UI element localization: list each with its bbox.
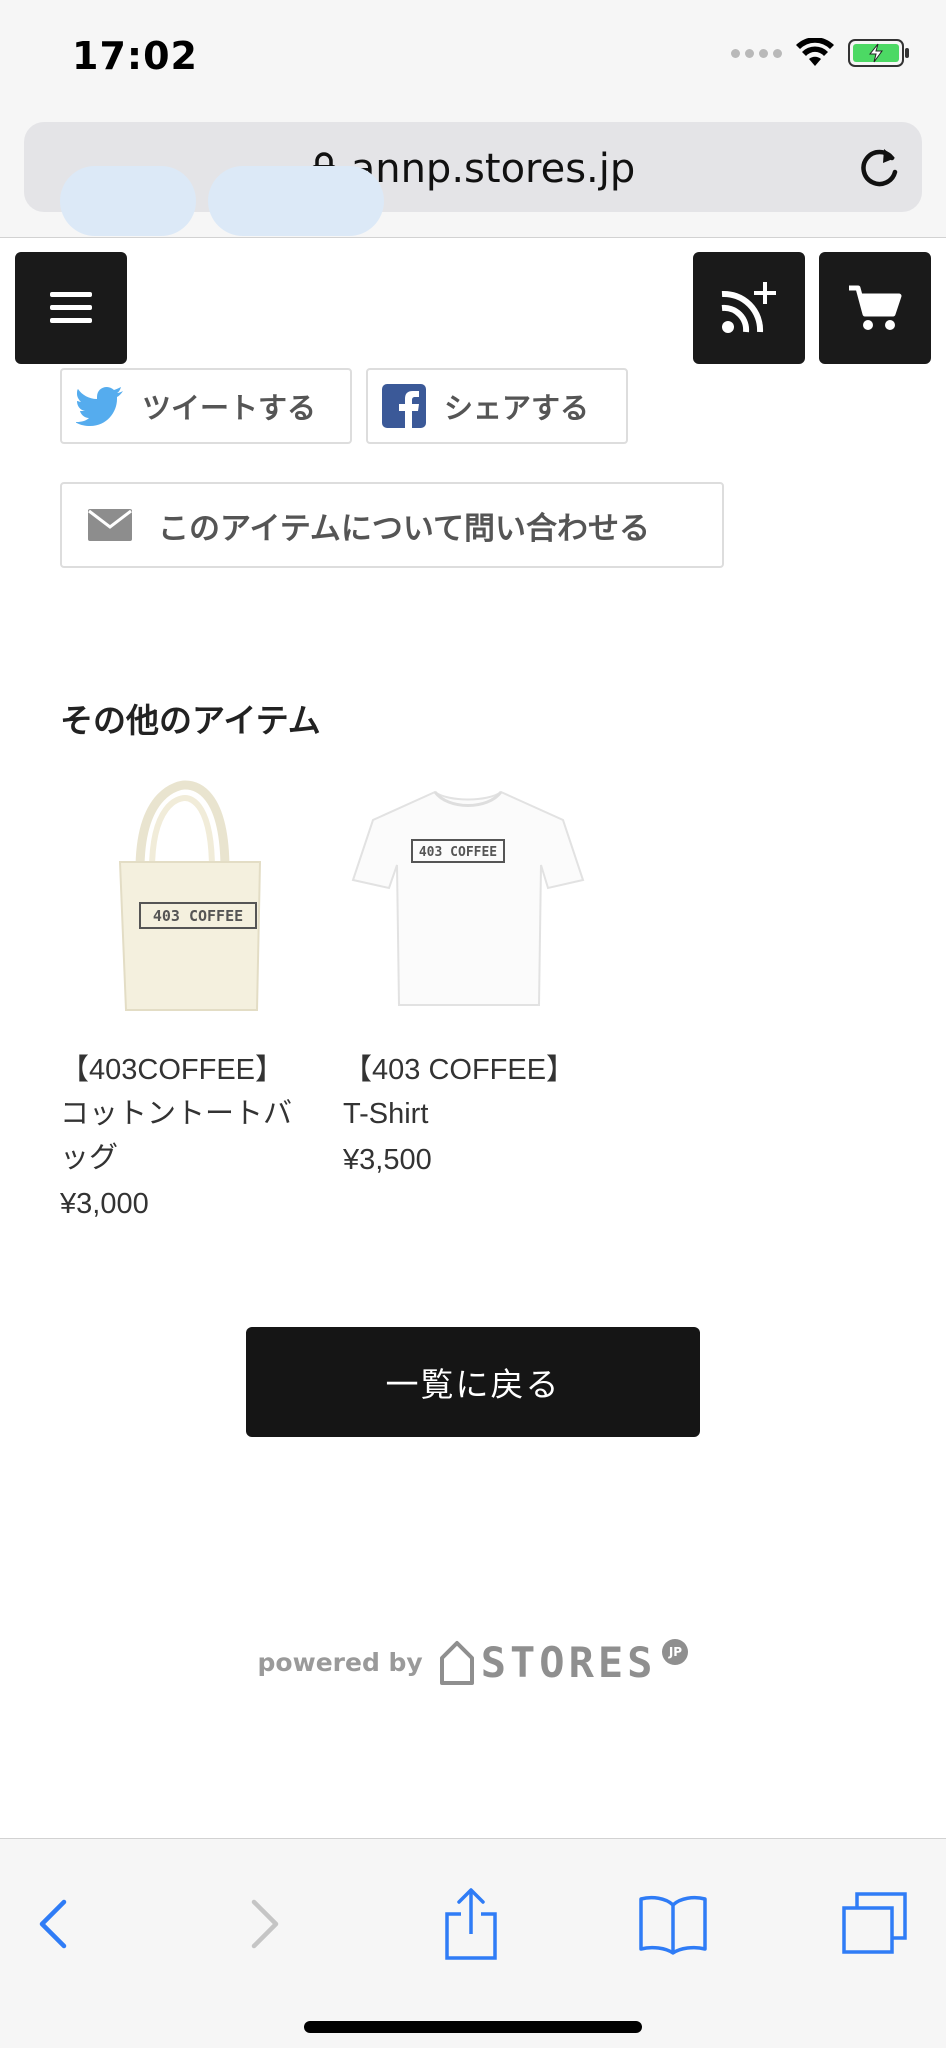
status-icons [731,38,910,68]
facebook-icon [382,384,426,428]
jp-badge: JP [662,1638,689,1665]
powered-by-text: powered by [257,1648,423,1677]
mail-icon [88,509,132,541]
twitter-icon [76,387,123,426]
chevron-right-icon [251,1899,279,1949]
reload-icon[interactable] [856,144,902,190]
back-to-list-button[interactable]: 一覧に戻る [246,1327,700,1437]
home-indicator [304,2021,642,2033]
product-image[interactable]: 403 COFFEE [343,770,593,1020]
chevron-left-icon [39,1899,67,1949]
tote-print-text: 403 COFFEE [153,907,243,925]
stores-brand-text: STORES [480,1638,657,1687]
open-book-icon [639,1895,707,1955]
rss-add-icon [721,282,776,333]
share-icon [445,1888,497,1960]
powered-by-footer[interactable]: powered by STORES JP [0,1638,946,1687]
tag-list-peek [60,166,384,236]
other-items-title: その他のアイテム [60,701,321,740]
inquiry-label: このアイテムについて問い合わせる [158,510,650,547]
tshirt-image: 403 COFFEE [351,790,585,1006]
stores-logo[interactable]: STORES JP [439,1638,689,1687]
cellular-signal-icon [731,48,782,58]
house-logo-icon [439,1640,474,1685]
back-nav-button[interactable] [8,1879,98,1969]
tag-chip[interactable] [208,166,384,236]
product-card[interactable]: 403 COFFEE 【403COFFEE】コットントートバッグ ¥3,000 [60,770,310,1221]
status-bar: 17:02 [0,0,946,110]
url-text: annp.stores.jp [350,146,636,192]
tote-bag-image: 403 COFFEE [118,780,262,1011]
wifi-icon [796,38,834,66]
battery-charging-icon [848,39,909,67]
tweet-label: ツイートする [142,391,317,425]
product-card[interactable]: 403 COFFEE 【403 COFFEE】T-Shirt ¥3,500 [343,770,593,1177]
tabs-button[interactable] [830,1879,920,1969]
bookmarks-button[interactable] [628,1879,718,1969]
hamburger-icon [50,292,92,323]
facebook-share-label: シェアする [444,391,590,425]
share-nav-button[interactable] [426,1879,516,1969]
inquiry-button[interactable]: このアイテムについて問い合わせる [60,482,724,568]
cart-button[interactable] [819,252,931,364]
status-time: 17:02 [72,34,198,78]
product-price: ¥3,000 [60,1188,149,1220]
follow-feed-button[interactable] [693,252,805,364]
forward-nav-button[interactable] [220,1879,310,1969]
browser-toolbar [0,1838,946,2048]
tweet-button[interactable]: ツイートする [60,368,352,444]
tshirt-print-text: 403 COFFEE [419,845,497,860]
product-price: ¥3,500 [343,1144,432,1176]
product-name[interactable]: 【403 COFFEE】T-Shirt [343,1048,593,1136]
menu-button[interactable] [15,252,127,364]
product-image[interactable]: 403 COFFEE [60,770,310,1020]
tag-chip[interactable] [60,166,196,236]
cart-icon [849,285,902,330]
tabs-icon [842,1892,907,1954]
facebook-share-button[interactable]: シェアする [366,368,628,444]
product-name[interactable]: 【403COFFEE】コットントートバッグ [60,1048,310,1180]
